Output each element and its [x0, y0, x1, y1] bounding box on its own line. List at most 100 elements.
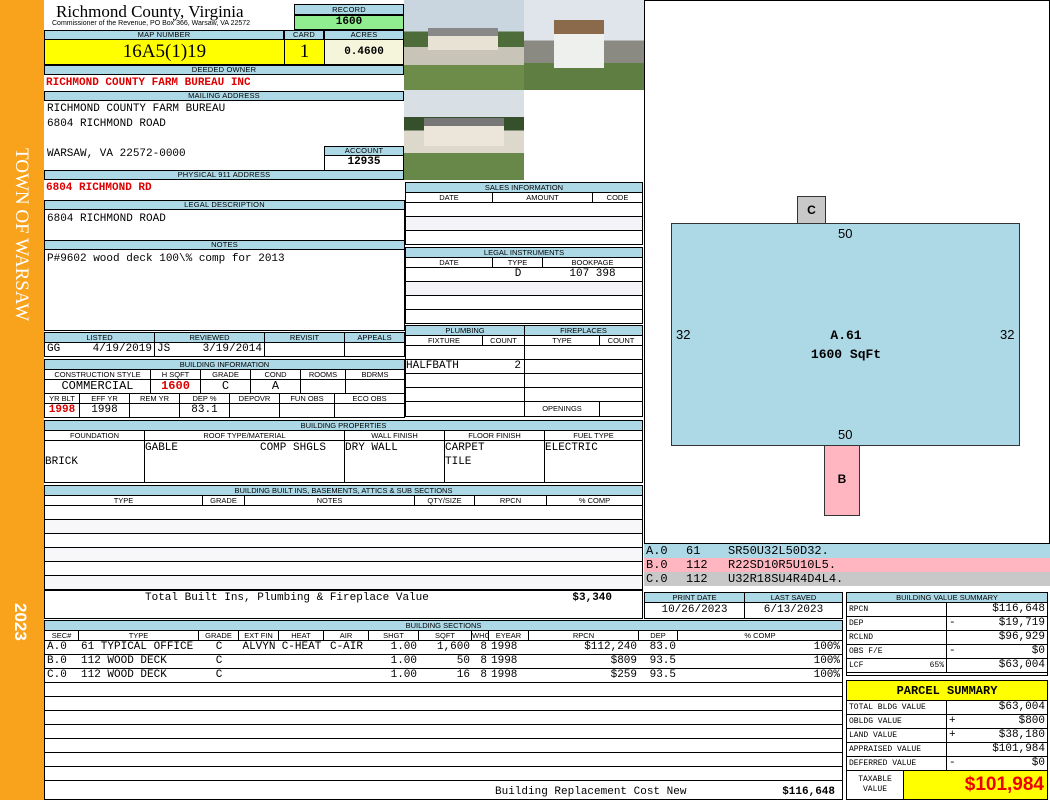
parcel-summary-row: APPRAISED VALUE $101,984: [847, 743, 1047, 757]
built-ins-table: BUILDING BUILT INS, BASEMENTS, ATTICS & …: [44, 485, 643, 619]
section-cell: [419, 711, 472, 724]
record-value: 1600: [294, 15, 404, 30]
operator: +: [949, 729, 956, 741]
section-cell: [79, 697, 199, 710]
section-cell: [369, 725, 419, 738]
section-id: C.0: [646, 572, 668, 586]
record-label: RECORD: [294, 4, 404, 15]
section-cell: [239, 655, 279, 668]
reviewed-by: JS: [157, 343, 171, 355]
map-number: 16A5(1)19: [44, 39, 285, 65]
col-header: TYPE: [79, 631, 199, 640]
col-header: DEP: [639, 631, 678, 640]
section-cell: [369, 711, 419, 724]
sketch-code-row[interactable]: C.0 112 U32R18SU4R4D4L4.: [644, 572, 1050, 586]
summary-label: LAND VALUE: [847, 729, 947, 742]
summary-value: $19,719: [998, 617, 1045, 629]
section-cell: 1.00: [390, 641, 417, 653]
col-header: BDRMS: [361, 370, 389, 379]
section-cell: [419, 683, 472, 696]
summary-key: RCLND: [847, 631, 947, 644]
section-cell: [678, 697, 842, 710]
print-date: 10/26/2023: [645, 603, 745, 618]
section-cell: [279, 767, 324, 780]
shed-shape: [554, 20, 604, 68]
summary-value: $800: [1018, 715, 1045, 727]
sketch-section-b[interactable]: B: [824, 445, 860, 516]
section-id: A.0: [646, 544, 668, 558]
info-value: C: [201, 380, 251, 393]
summary-val: - $0: [947, 757, 1047, 770]
col-header: HEAT: [279, 631, 324, 640]
col-header: BOOKPAGE: [571, 258, 614, 267]
col-header: CONSTRUCTION STYLE: [45, 370, 151, 379]
section-cell: [239, 753, 279, 766]
col-header: ECO OBS: [352, 394, 387, 403]
section-cell: $112,240: [584, 641, 637, 653]
wall-finish: DRY WALL: [345, 441, 445, 482]
section-cell: [472, 739, 489, 752]
legal-description: 6804 RICHMOND ROAD: [47, 213, 166, 225]
operator: -: [949, 757, 956, 769]
section-cell: [199, 697, 239, 710]
col-header: COND: [251, 370, 301, 379]
col-header: DEPOVR: [230, 394, 280, 403]
section-cell: [239, 739, 279, 752]
section-cell: 8: [480, 655, 487, 667]
section-cell: [279, 655, 324, 668]
section-cell: [639, 767, 678, 780]
section-cell: [639, 725, 678, 738]
listed-by: GG: [47, 343, 61, 355]
info-value: 1600: [151, 380, 201, 393]
physical-address-label: PHYSICAL 911 ADDRESS: [44, 170, 404, 180]
sketch-codes: A.0 61 SR50U32L50D32. B.0 112 R22SD10R5U10L5.…: [644, 544, 1050, 586]
account-value: 12935: [324, 155, 404, 171]
summary-val: $63,004: [947, 659, 1047, 672]
section-cell: [324, 683, 369, 696]
section-cell: [279, 669, 324, 682]
section-row: [45, 683, 842, 697]
col-header: SEC#: [45, 631, 79, 640]
property-photo-2[interactable]: [524, 0, 644, 90]
mailing-line: WARSAW, VA 22572-0000: [47, 148, 186, 160]
info-value: 1998: [80, 404, 130, 417]
sketch-a-label: A.61 1600 SqFt: [771, 326, 921, 364]
section-cell: [324, 725, 369, 738]
sales-info: SALES INFORMATION DATE AMOUNT CODE: [405, 182, 643, 245]
section-cell: [489, 725, 529, 738]
section-id: B.0: [646, 558, 668, 572]
summary-val: + $38,180: [947, 729, 1047, 742]
col-header: DATE: [406, 258, 493, 267]
section-cell: [472, 725, 489, 738]
section-cell: [324, 655, 369, 668]
property-photo-1[interactable]: [404, 0, 524, 90]
section-cell: 100%: [813, 669, 840, 681]
section-cell: C-AIR: [329, 641, 363, 653]
building-info-label: BUILDING INFORMATION: [45, 360, 404, 370]
col-header: % COMP: [744, 631, 776, 640]
sketch-section-c[interactable]: C: [797, 196, 826, 224]
sketch-code-row[interactable]: B.0 112 R22SD10R5U10L5.: [644, 558, 1050, 572]
sketch-code-row[interactable]: A.0 61 SR50U32L50D32.: [644, 544, 1050, 558]
section-cell: [419, 697, 472, 710]
property-photo-3[interactable]: [404, 90, 524, 180]
fixture-count: 2: [514, 360, 521, 372]
section-cell: [279, 711, 324, 724]
col-header: TYPE: [45, 496, 203, 505]
section-cell: [472, 753, 489, 766]
info-value: 1998: [45, 404, 80, 417]
summary-value: $116,648: [992, 603, 1045, 615]
plumbing-table: PLUMBING FIXTURE COUNT HALFBATH 2: [406, 326, 525, 416]
reviewed-date: 3/19/2014: [202, 343, 262, 355]
col-header: LISTED: [45, 333, 155, 342]
col-header: APPEALS: [357, 333, 392, 342]
section-cell: C: [215, 655, 223, 667]
house-shape: [428, 28, 498, 50]
parcel-summary-label: PARCEL SUMMARY: [847, 681, 1047, 701]
section-cell: [324, 697, 369, 710]
notes-label: NOTES: [44, 240, 405, 250]
col-header: FLOOR FINISH: [445, 431, 545, 440]
section-cell: [79, 753, 199, 766]
section-row: [45, 725, 842, 739]
value-summary-label: BUILDING VALUE SUMMARY: [847, 593, 1047, 603]
